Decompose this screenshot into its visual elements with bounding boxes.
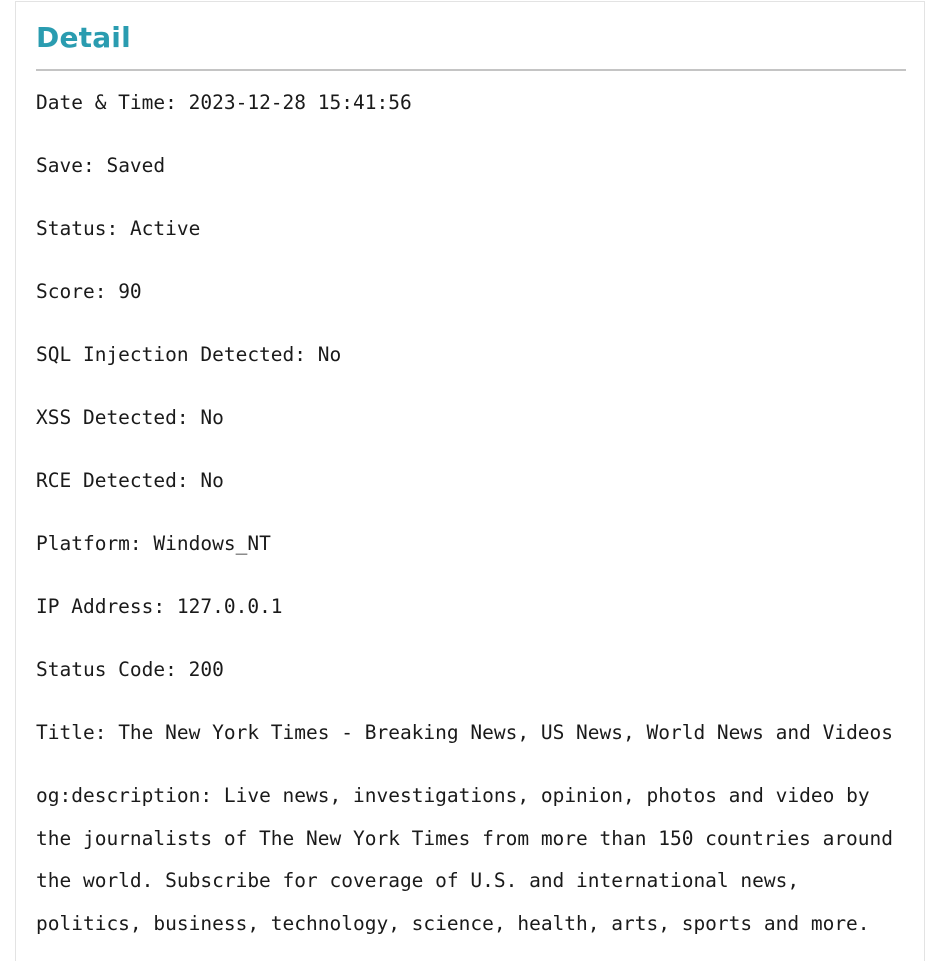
field-platform: Platform: Windows_NT xyxy=(36,532,271,555)
field-value: No xyxy=(317,343,342,366)
field-label: Score xyxy=(36,280,95,303)
field-status: Status: Active xyxy=(36,217,201,240)
field-label: Save xyxy=(36,154,83,177)
field-label: Status Code xyxy=(36,658,166,681)
panel-title: Detail xyxy=(36,21,131,54)
field-save: Save: Saved xyxy=(36,154,166,177)
field-label: XSS Detected xyxy=(36,406,177,429)
field-label: og:description xyxy=(36,784,201,807)
field-ip-address: IP Address: 127.0.0.1 xyxy=(36,595,283,618)
field-label: RCE Detected xyxy=(36,469,177,492)
field-label: Title xyxy=(36,721,95,744)
detail-panel: Detail Date & Time: 2023-12-28 15:41:56 … xyxy=(15,1,925,961)
field-label: SQL Injection Detected xyxy=(36,343,295,366)
field-label: IP Address xyxy=(36,595,154,618)
field-rce: RCE Detected: No xyxy=(36,469,224,492)
field-status-code: Status Code: 200 xyxy=(36,658,224,681)
field-label: Date & Time xyxy=(36,91,166,114)
field-xss: XSS Detected: No xyxy=(36,406,224,429)
title-divider xyxy=(36,69,906,71)
field-value: 127.0.0.1 xyxy=(176,595,283,618)
field-score: Score: 90 xyxy=(36,280,142,303)
field-sql-injection: SQL Injection Detected: No xyxy=(36,343,342,366)
field-value: 90 xyxy=(118,280,142,303)
field-title: Title: The New York Times - Breaking New… xyxy=(36,721,894,744)
field-value: Windows_NT xyxy=(153,532,271,555)
detail-fields: Date & Time: 2023-12-28 15:41:56 Save: S… xyxy=(36,86,906,946)
field-value: The New York Times - Breaking News, US N… xyxy=(118,721,894,744)
field-value: 2023-12-28 15:41:56 xyxy=(188,91,412,114)
field-label: Platform xyxy=(36,532,130,555)
field-value: 200 xyxy=(188,658,224,681)
field-value: No xyxy=(200,406,224,429)
field-og-description: og:description: Live news, investigation… xyxy=(36,784,894,936)
field-value: Saved xyxy=(106,154,166,177)
field-label: Status xyxy=(36,217,107,240)
field-date-time: Date & Time: 2023-12-28 15:41:56 xyxy=(36,91,412,114)
field-value: Active xyxy=(129,217,201,240)
field-value: No xyxy=(200,469,224,492)
